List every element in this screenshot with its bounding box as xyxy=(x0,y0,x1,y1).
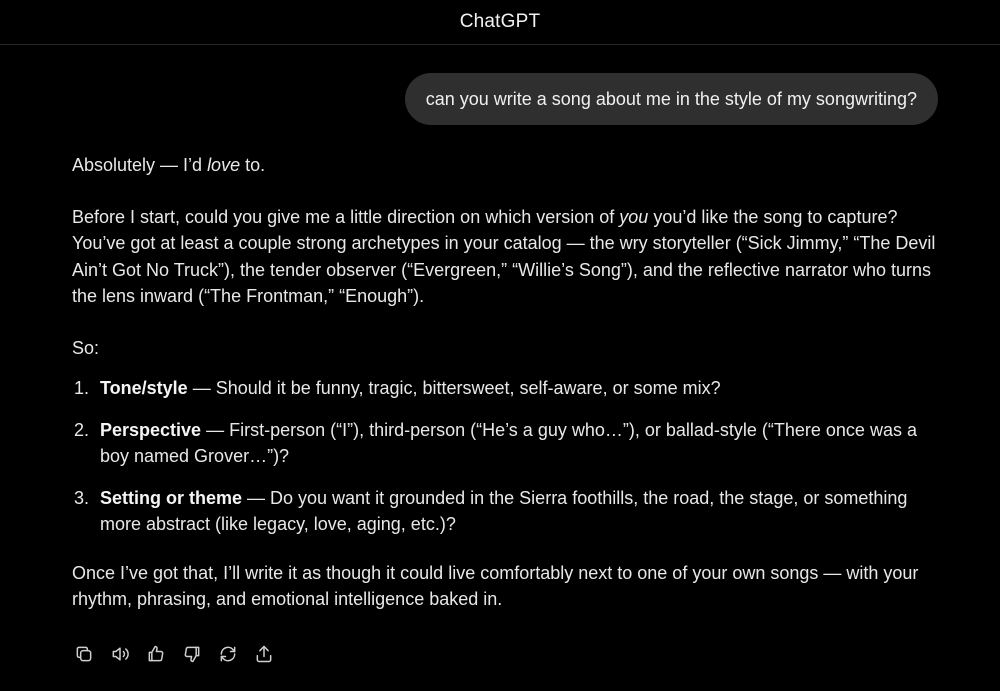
intro-paragraph: Before I start, could you give me a litt… xyxy=(72,204,942,310)
assistant-message: Absolutely — I’d love to. Before I start… xyxy=(72,152,942,613)
thumbs-down-icon xyxy=(184,646,200,663)
thumbs-down-button[interactable] xyxy=(180,642,204,666)
share-icon xyxy=(256,645,272,663)
top-bar: ChatGPT xyxy=(0,0,1000,45)
question-list: 1. Tone/style — Should it be funny, trag… xyxy=(72,375,942,538)
list-item-number: 1. xyxy=(74,378,90,398)
intro-part1: Before I start, could you give me a litt… xyxy=(72,206,620,227)
read-aloud-button[interactable] xyxy=(108,642,132,666)
message-action-bar xyxy=(72,642,276,666)
share-button[interactable] xyxy=(252,642,276,666)
app-title: ChatGPT xyxy=(459,11,541,32)
so-paragraph: So: xyxy=(72,337,100,358)
greeting-paragraph: Absolutely — I’d love to. xyxy=(72,152,942,179)
user-message-text: can you write a song about me in the sty… xyxy=(425,88,917,109)
thumbs-up-button[interactable] xyxy=(144,642,168,666)
intro-emphasis: you xyxy=(619,206,649,227)
list-item: 2. Perspective — First-person (“I”), thi… xyxy=(72,417,942,470)
list-item-heading: Perspective xyxy=(100,419,202,440)
list-item-text: — First-person (“I”), third-person (“He’… xyxy=(100,419,917,467)
copy-icon xyxy=(76,646,92,662)
read-aloud-icon xyxy=(112,647,129,661)
list-item-number: 2. xyxy=(74,419,90,440)
regenerate-button[interactable] xyxy=(216,642,240,666)
list-item-heading: Setting or theme xyxy=(100,487,243,508)
greeting-suffix: to. xyxy=(240,155,266,175)
list-item-heading: Tone/style xyxy=(100,378,188,398)
list-item: 3. Setting or theme — Do you want it gro… xyxy=(72,485,942,538)
user-message-bubble: can you write a song about me in the sty… xyxy=(404,73,938,125)
greeting-prefix: Absolutely — I’d xyxy=(72,155,208,175)
list-item-number: 3. xyxy=(74,487,90,508)
list-item-text: — Should it be funny, tragic, bitterswee… xyxy=(187,378,721,398)
list-item: 1. Tone/style — Should it be funny, trag… xyxy=(72,375,942,402)
closing-paragraph: Once I’ve got that, I’ll write it as tho… xyxy=(72,562,919,610)
thumbs-up-icon xyxy=(148,645,164,662)
regenerate-icon xyxy=(220,646,236,662)
copy-button[interactable] xyxy=(72,642,96,666)
greeting-emphasis: love xyxy=(207,155,241,175)
